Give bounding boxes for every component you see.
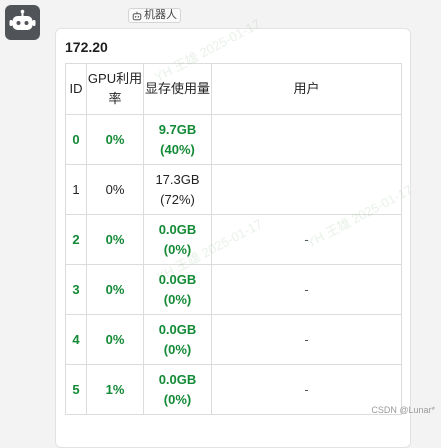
cell-id: 1 — [66, 165, 87, 215]
cell-gpu-util: 0% — [87, 165, 144, 215]
gpu-table: ID GPU利用率 显存使用量 用户 0 0% 9.7GB (40%) 1 0%… — [65, 63, 402, 415]
cell-mem-used: 0.0GB (0%) — [144, 315, 212, 365]
gpu-status-card: 172.20 ID GPU利用率 显存使用量 用户 0 0% 9.7GB (40… — [55, 28, 411, 448]
source-credit: CSDN @Lunar* — [371, 405, 435, 415]
robot-icon — [5, 5, 40, 40]
header-user: 用户 — [212, 64, 402, 115]
table-row: 0 0% 9.7GB (40%) — [66, 115, 402, 165]
header-gpu-util: GPU利用率 — [87, 64, 144, 115]
table-header-row: ID GPU利用率 显存使用量 用户 — [66, 64, 402, 115]
bot-tag-label: 机器人 — [144, 8, 177, 23]
table-row: 1 0% 17.3GB (72%) — [66, 165, 402, 215]
user-name: - — [304, 332, 308, 347]
header-id: ID — [66, 64, 87, 115]
cell-gpu-util: 0% — [87, 115, 144, 165]
cell-id: 0 — [66, 115, 87, 165]
cell-mem-used: 17.3GB (72%) — [144, 165, 212, 215]
user-name: - — [304, 232, 308, 247]
user-name: - — [304, 282, 308, 297]
server-ip-title: 172.20 — [65, 39, 108, 55]
cell-id: 2 — [66, 215, 87, 265]
cell-id: 3 — [66, 265, 87, 315]
table-row: 2 0% 0.0GB (0%) - — [66, 215, 402, 265]
cell-user: - — [212, 315, 402, 365]
cell-user — [212, 165, 402, 215]
cell-gpu-util: 0% — [87, 265, 144, 315]
cell-mem-used: 0.0GB (0%) — [144, 365, 212, 415]
robot-outline-icon — [132, 11, 142, 21]
table-row: 5 1% 0.0GB (0%) - — [66, 365, 402, 415]
cell-user: - — [212, 265, 402, 315]
cell-user — [212, 115, 402, 165]
bot-tag: 机器人 — [128, 8, 181, 23]
cell-mem-used: 0.0GB (0%) — [144, 215, 212, 265]
cell-gpu-util: 1% — [87, 365, 144, 415]
cell-mem-used: 0.0GB (0%) — [144, 265, 212, 315]
cell-gpu-util: 0% — [87, 315, 144, 365]
table-row: 3 0% 0.0GB (0%) - — [66, 265, 402, 315]
user-name: - — [304, 382, 308, 397]
cell-id: 5 — [66, 365, 87, 415]
table-row: 4 0% 0.0GB (0%) - — [66, 315, 402, 365]
cell-id: 4 — [66, 315, 87, 365]
cell-user: - — [212, 215, 402, 265]
cell-gpu-util: 0% — [87, 215, 144, 265]
header-mem-used: 显存使用量 — [144, 64, 212, 115]
cell-mem-used: 9.7GB (40%) — [144, 115, 212, 165]
bot-avatar[interactable] — [5, 5, 40, 40]
